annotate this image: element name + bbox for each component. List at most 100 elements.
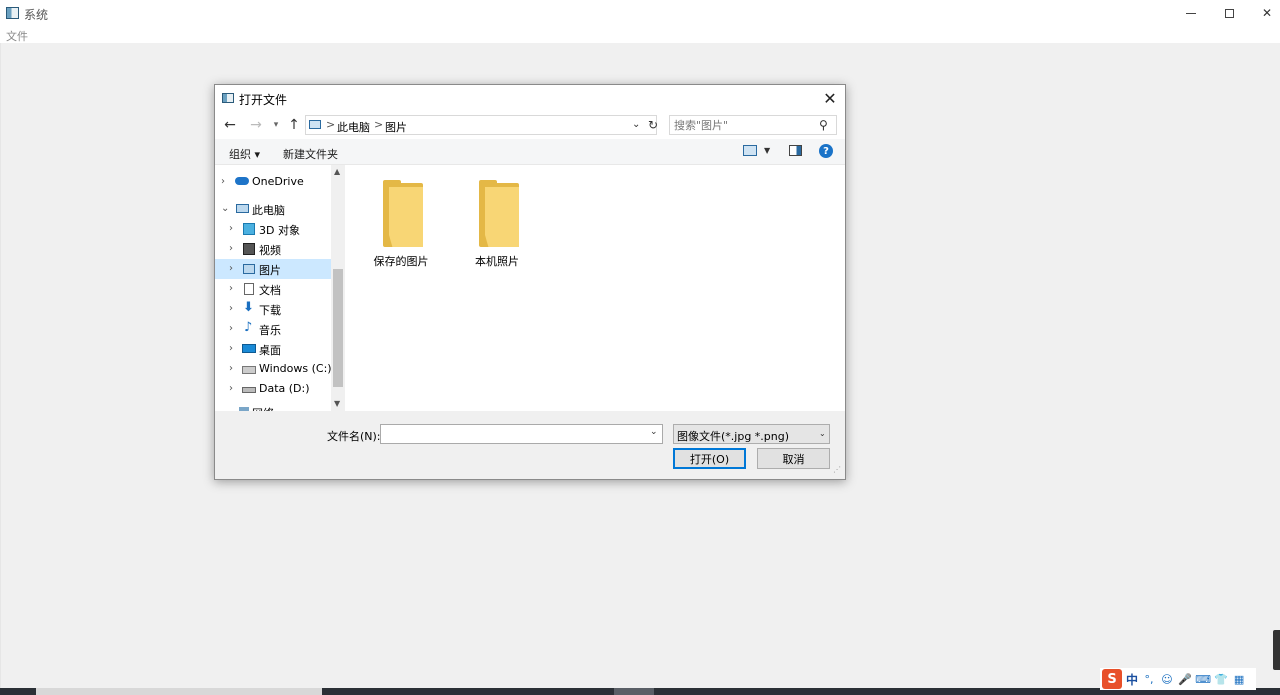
nav-item-windows-c[interactable]: › Windows (C:): [215, 359, 331, 379]
chevron-right-icon[interactable]: ›: [229, 263, 233, 274]
filename-input[interactable]: [384, 427, 640, 442]
taskbar-segment[interactable]: [36, 688, 322, 695]
nav-item-data-d[interactable]: › Data (D:): [215, 379, 331, 399]
nav-label: 图片: [259, 262, 281, 278]
nav-label: 此电脑: [252, 202, 285, 218]
address-bar[interactable]: > 此电脑 > 图片 ⌄ ↻: [305, 115, 657, 135]
skin-icon[interactable]: 👕: [1214, 672, 1228, 686]
chevron-right-icon[interactable]: ›: [229, 283, 233, 294]
organize-button[interactable]: 组织 ▾: [229, 146, 260, 162]
nav-label: 桌面: [259, 342, 281, 358]
drive-c-icon: [242, 366, 256, 374]
nav-item-onedrive[interactable]: › OneDrive: [215, 172, 331, 192]
dialog-title: 打开文件: [239, 91, 287, 108]
navigation-pane: › OneDrive ⌄ 此电脑 › 3D 对象 › 视频 › 图片 › 文档: [215, 165, 345, 411]
chevron-right-icon[interactable]: ›: [229, 323, 233, 334]
view-options-icon[interactable]: [743, 145, 757, 156]
download-icon: ⬇: [243, 300, 255, 312]
taskbar-segment[interactable]: [614, 688, 654, 695]
cloud-icon: [235, 177, 249, 185]
folder-icon: [383, 183, 423, 247]
close-button[interactable]: ✕: [1244, 0, 1280, 26]
chevron-right-icon[interactable]: ›: [229, 223, 233, 234]
up-arrow-icon[interactable]: ↑: [285, 116, 303, 134]
app-titlebar: 系统 ✕: [0, 0, 1280, 26]
chevron-down-icon[interactable]: ⌄: [221, 203, 229, 214]
folder-item-camera-roll[interactable]: 本机照片: [457, 179, 537, 269]
chevron-right-icon[interactable]: ›: [221, 176, 225, 187]
nav-item-downloads[interactable]: › ⬇ 下载: [215, 299, 331, 319]
menu-file[interactable]: 文件: [6, 28, 28, 44]
new-folder-button[interactable]: 新建文件夹: [283, 146, 338, 162]
search-icon[interactable]: ⚲: [819, 118, 828, 132]
dialog-icon: [222, 93, 234, 103]
chevron-right-icon[interactable]: ›: [229, 383, 233, 394]
preview-pane-icon[interactable]: [789, 145, 802, 156]
back-arrow-icon[interactable]: ←: [221, 116, 239, 134]
nav-item-this-pc[interactable]: ⌄ 此电脑: [215, 199, 331, 219]
desktop-icon: [242, 344, 256, 353]
music-icon: ♪: [244, 320, 256, 332]
app-icon: [6, 7, 19, 19]
search-input[interactable]: [674, 118, 814, 133]
chevron-right-icon[interactable]: ›: [229, 303, 233, 314]
forward-arrow-icon[interactable]: →: [247, 116, 265, 134]
chevron-right-icon[interactable]: ›: [229, 363, 233, 374]
chevron-down-icon[interactable]: ⌄: [650, 427, 658, 437]
file-list: 保存的图片 本机照片: [345, 165, 845, 411]
address-dropdown-icon[interactable]: ⌄: [632, 119, 640, 130]
nav-item-pictures[interactable]: › 图片: [215, 259, 331, 279]
scroll-thumb[interactable]: [333, 269, 343, 387]
nav-scrollbar[interactable]: ▲ ▼: [331, 165, 345, 411]
view-dropdown-icon[interactable]: ▼: [764, 146, 770, 155]
breadcrumb-separator[interactable]: >: [326, 118, 335, 131]
minimize-icon: [1186, 13, 1196, 14]
computer-icon: [236, 204, 249, 213]
open-button[interactable]: 打开(O): [673, 448, 746, 469]
search-box[interactable]: ⚲: [669, 115, 837, 135]
video-icon: [243, 243, 255, 255]
nav-label: 3D 对象: [259, 222, 300, 238]
dialog-footer: 文件名(N): ⌄ 图像文件(*.jpg *.png) ⌄ 打开(O) 取消 ⋰: [215, 411, 845, 479]
side-widget[interactable]: [1273, 630, 1280, 670]
toolbox-icon[interactable]: ▦: [1232, 672, 1246, 686]
app-title: 系统: [24, 6, 48, 23]
nav-label: 视频: [259, 242, 281, 258]
nav-item-3d-objects[interactable]: › 3D 对象: [215, 219, 331, 239]
cancel-button[interactable]: 取消: [757, 448, 830, 469]
address-row: ← → ▾ ↑ > 此电脑 > 图片 ⌄ ↻ ⚲: [215, 111, 845, 139]
scroll-down-icon[interactable]: ▼: [334, 399, 340, 408]
filename-combobox[interactable]: ⌄: [380, 424, 663, 444]
nav-item-documents[interactable]: › 文档: [215, 279, 331, 299]
chevron-down-icon[interactable]: ⌄: [819, 429, 826, 438]
chevron-right-icon[interactable]: ›: [229, 343, 233, 354]
nav-item-music[interactable]: › ♪ 音乐: [215, 319, 331, 339]
file-type-select[interactable]: 图像文件(*.jpg *.png) ⌄: [673, 424, 830, 444]
nav-item-desktop[interactable]: › 桌面: [215, 339, 331, 359]
recent-locations-chevron-icon[interactable]: ▾: [267, 116, 285, 134]
scroll-up-icon[interactable]: ▲: [334, 167, 340, 176]
resize-grip-icon[interactable]: ⋰: [833, 465, 843, 475]
dialog-titlebar[interactable]: 打开文件 ✕: [215, 85, 845, 111]
breadcrumb-separator[interactable]: >: [374, 118, 383, 131]
refresh-icon[interactable]: ↻: [648, 118, 658, 132]
computer-icon: [309, 120, 321, 129]
folder-icon: [479, 183, 519, 247]
punctuation-icon[interactable]: °,: [1142, 672, 1156, 686]
emoji-icon[interactable]: ☺: [1160, 672, 1174, 686]
document-icon: [244, 283, 254, 295]
ime-mode-toggle[interactable]: 中: [1126, 671, 1138, 688]
nav-label: Data (D:): [259, 382, 310, 395]
maximize-icon: [1225, 9, 1234, 18]
sogou-logo-icon[interactable]: S: [1102, 669, 1122, 689]
drive-d-icon: [242, 387, 256, 393]
nav-item-videos[interactable]: › 视频: [215, 239, 331, 259]
help-icon[interactable]: ?: [819, 144, 833, 158]
microphone-icon[interactable]: 🎤: [1178, 672, 1192, 686]
dialog-close-button[interactable]: ✕: [815, 85, 845, 111]
chevron-right-icon[interactable]: ›: [229, 243, 233, 254]
folder-item-saved-pictures[interactable]: 保存的图片: [361, 179, 441, 269]
breadcrumb-pictures[interactable]: 图片: [385, 119, 407, 135]
breadcrumb-this-pc[interactable]: 此电脑: [337, 119, 370, 135]
keyboard-icon[interactable]: ⌨: [1196, 672, 1210, 686]
